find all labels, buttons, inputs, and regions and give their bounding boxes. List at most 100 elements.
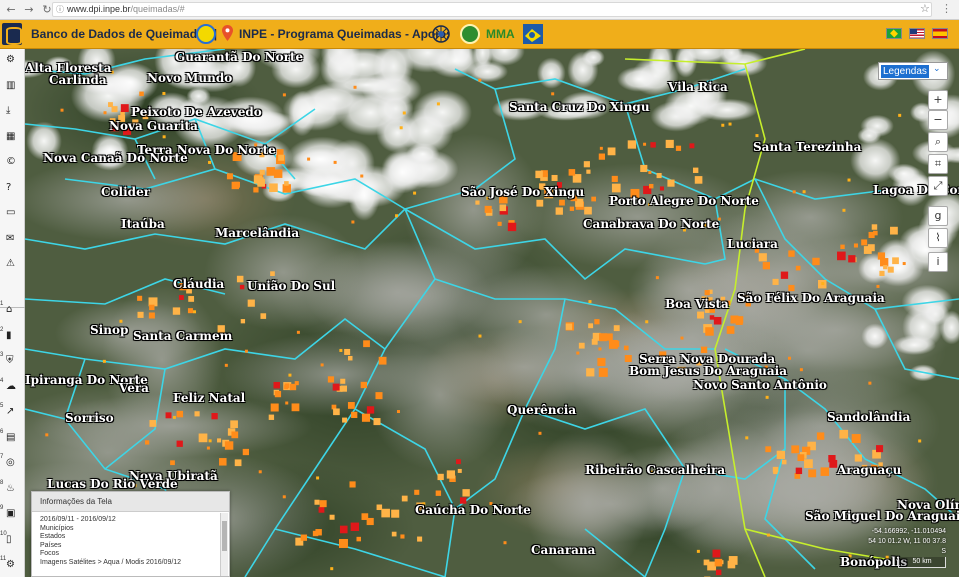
fire-hotspot[interactable] <box>599 333 608 342</box>
fire-hotspot[interactable] <box>821 282 825 286</box>
toolbar-item[interactable]: 1 ⌂ <box>0 301 25 321</box>
fire-hotspot[interactable] <box>318 506 325 513</box>
fire-hotspot[interactable] <box>640 164 648 173</box>
toolbar-item[interactable]: 7 ◎ <box>0 454 25 474</box>
legend-dropdown[interactable]: Legendas ⌄ <box>878 62 948 80</box>
fire-hotspot[interactable] <box>319 500 327 508</box>
fire-hotspot[interactable] <box>162 91 166 95</box>
fire-hotspot[interactable] <box>395 214 399 218</box>
fire-hotspot[interactable] <box>715 569 722 576</box>
fire-hotspot[interactable] <box>863 246 872 254</box>
fire-hotspot[interactable] <box>597 357 606 367</box>
toolbar-item[interactable]: ▭ <box>0 204 25 224</box>
fire-hotspot[interactable] <box>538 431 542 435</box>
flag-brazil-icon[interactable] <box>886 28 902 39</box>
fire-hotspot[interactable] <box>591 338 598 345</box>
fire-hotspot[interactable] <box>102 359 106 363</box>
fire-hotspot[interactable] <box>812 257 820 266</box>
fire-hotspot[interactable] <box>591 196 597 202</box>
flag-spain-icon[interactable] <box>932 28 948 39</box>
fire-hotspot[interactable] <box>224 363 228 367</box>
toolbar-item[interactable]: © <box>0 153 25 173</box>
fullscreen-icon[interactable]: ⤢ <box>928 176 948 196</box>
fire-hotspot[interactable] <box>697 311 705 319</box>
fire-hotspot[interactable] <box>296 330 300 334</box>
fire-hotspot[interactable] <box>643 142 647 146</box>
fire-hotspot[interactable] <box>270 403 279 412</box>
fire-hotspot[interactable] <box>816 432 825 440</box>
fire-hotspot[interactable] <box>278 154 285 161</box>
forward-icon[interactable]: → <box>22 3 36 17</box>
toolbar-item[interactable]: 2 ▮ <box>0 327 25 347</box>
fire-hotspot[interactable] <box>258 470 262 474</box>
fire-hotspot[interactable] <box>206 446 210 450</box>
fire-hotspot[interactable] <box>871 224 878 230</box>
fire-hotspot[interactable] <box>559 199 565 206</box>
fire-hotspot[interactable] <box>792 190 796 194</box>
fire-hotspot[interactable] <box>333 408 340 416</box>
fire-hotspot[interactable] <box>289 383 297 391</box>
toolbar-item[interactable]: ▦ <box>0 128 25 148</box>
fire-hotspot[interactable] <box>402 111 406 115</box>
fire-hotspot[interactable] <box>645 320 649 324</box>
fire-hotspot[interactable] <box>607 147 616 156</box>
fire-hotspot[interactable] <box>484 205 492 213</box>
fire-hotspot[interactable] <box>758 253 767 262</box>
fire-hotspot[interactable] <box>692 167 699 173</box>
fire-hotspot[interactable] <box>342 417 348 423</box>
browser-menu-icon[interactable]: ⋮ <box>941 2 952 15</box>
fire-hotspot[interactable] <box>446 470 456 479</box>
line-chart-icon[interactable]: ⌇ <box>928 228 948 248</box>
fire-hotspot[interactable] <box>437 473 444 481</box>
fire-hotspot[interactable] <box>217 438 222 443</box>
fire-hotspot[interactable] <box>259 169 265 175</box>
fire-hotspot[interactable] <box>396 410 400 414</box>
fire-hotspot[interactable] <box>266 167 276 176</box>
fire-hotspot[interactable] <box>788 250 795 257</box>
fire-hotspot[interactable] <box>274 390 282 398</box>
toolbar-item[interactable]: ▥ <box>0 77 25 97</box>
fire-hotspot[interactable] <box>795 467 803 475</box>
fire-hotspot[interactable] <box>820 467 830 476</box>
fire-hotspot[interactable] <box>137 295 143 301</box>
fire-hotspot[interactable] <box>898 113 902 117</box>
fire-hotspot[interactable] <box>868 381 872 385</box>
fire-hotspot[interactable] <box>902 262 906 266</box>
fire-hotspot[interactable] <box>861 239 868 246</box>
fire-hotspot[interactable] <box>244 349 248 353</box>
fire-hotspot[interactable] <box>892 257 899 265</box>
fire-hotspot[interactable] <box>868 231 875 239</box>
fire-hotspot[interactable] <box>655 276 659 280</box>
fire-hotspot[interactable] <box>413 191 417 195</box>
fire-hotspot[interactable] <box>503 541 507 545</box>
fire-hotspot[interactable] <box>332 383 340 391</box>
fire-hotspot[interactable] <box>586 368 595 377</box>
fire-hotspot[interactable] <box>780 271 789 279</box>
fire-hotspot[interactable] <box>149 304 155 311</box>
fire-hotspot[interactable] <box>650 142 656 148</box>
fire-hotspot[interactable] <box>536 199 544 207</box>
fire-hotspot[interactable] <box>772 466 779 473</box>
fire-hotspot[interactable] <box>518 320 522 324</box>
fire-hotspot[interactable] <box>211 413 218 420</box>
toolbar-item[interactable]: ⚙ <box>0 51 25 71</box>
fire-hotspot[interactable] <box>176 440 183 447</box>
fire-hotspot[interactable] <box>148 312 155 319</box>
fire-hotspot[interactable] <box>344 348 351 355</box>
fire-hotspot[interactable] <box>103 111 107 115</box>
fire-hotspot[interactable] <box>284 181 289 186</box>
toolbar-item[interactable]: 9 ▣ <box>0 505 25 525</box>
fire-hotspot[interactable] <box>339 539 348 548</box>
fire-hotspot[interactable] <box>231 431 239 439</box>
fire-hotspot[interactable] <box>363 340 370 348</box>
fire-hotspot[interactable] <box>478 78 482 82</box>
fire-hotspot[interactable] <box>565 323 573 330</box>
fire-hotspot[interactable] <box>145 440 150 445</box>
flag-usa-icon[interactable] <box>909 28 925 39</box>
fire-hotspot[interactable] <box>704 290 710 296</box>
fire-hotspot[interactable] <box>176 410 184 418</box>
fire-hotspot[interactable] <box>208 439 212 443</box>
info-icon[interactable]: i <box>928 252 948 272</box>
fire-hotspot[interactable] <box>728 556 738 565</box>
fire-hotspot[interactable] <box>890 226 898 235</box>
